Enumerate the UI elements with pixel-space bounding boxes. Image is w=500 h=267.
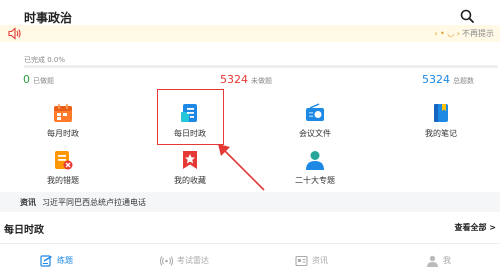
dismiss-notice-button[interactable]: ‹ • ◡ › 不再提示: [434, 28, 494, 39]
tab-practice[interactable]: 练题: [40, 250, 73, 267]
highlight-box: [157, 89, 224, 145]
tab-label: 我: [443, 256, 451, 265]
loading-dots-icon: ‹ • ◡ ›: [434, 29, 460, 38]
notebook-icon: [434, 104, 448, 122]
grid-item-monthly-politics[interactable]: 每月时政: [18, 102, 108, 146]
news-bar[interactable]: 资讯 习近平同巴西总统卢拉通电话: [0, 192, 500, 212]
news-headline[interactable]: 习近平同巴西总统卢拉通电话: [42, 197, 146, 208]
grid-item-meeting-documents[interactable]: 会议文件: [270, 102, 360, 146]
grid-item-my-wrong-answers[interactable]: 我的错题: [18, 149, 108, 193]
notice-bar: ‹ • ◡ › 不再提示: [0, 25, 500, 42]
grid-item-my-notes[interactable]: 我的笔记: [396, 102, 486, 146]
stat-total: 5324 总题数: [422, 73, 474, 86]
stat-undone-label: 未做题: [251, 77, 272, 85]
stat-total-value: 5324: [422, 73, 450, 86]
tab-me[interactable]: 我: [426, 250, 451, 267]
stat-undone-value: 5324: [220, 73, 248, 86]
stat-done-label: 已做题: [33, 77, 54, 85]
stat-done: 0 已做题: [23, 73, 54, 86]
annotation-arrow-icon: [218, 144, 265, 191]
dismiss-label: 不再提示: [462, 29, 494, 38]
tab-label: 练题: [57, 256, 73, 265]
person-icon: [306, 151, 324, 170]
speaker-icon: [8, 27, 21, 40]
grid-item-label: 会议文件: [299, 129, 331, 138]
grid-item-label: 我的笔记: [425, 129, 457, 138]
tab-exam-radar[interactable]: 考试雷达: [160, 250, 209, 266]
profile-icon: [427, 255, 438, 267]
progress-bar: [24, 65, 498, 68]
section-title: 每日时政: [4, 225, 44, 236]
stat-done-value: 0: [23, 73, 30, 86]
grid-item-20th-congress-topic[interactable]: 二十大专题: [270, 149, 360, 193]
grid-item-label: 每月时政: [47, 129, 79, 138]
error-book-icon: [55, 151, 73, 170]
progress-label: 已完成 0.0%: [24, 56, 66, 64]
star-bookmark-icon: [183, 151, 197, 169]
radar-icon: [160, 255, 173, 266]
tab-label: 考试雷达: [177, 256, 209, 265]
news-badge: 资讯: [20, 198, 36, 207]
tab-news[interactable]: 资讯: [295, 250, 328, 266]
page-title: 时事政治: [24, 11, 73, 25]
header: 时事政治: [0, 0, 500, 26]
practice-icon: [40, 254, 52, 267]
stat-undone: 5324 未做题: [220, 73, 272, 86]
news-icon: [295, 255, 308, 266]
grid-item-label: 我的错题: [47, 176, 79, 185]
grid-item-label: 二十大专题: [295, 176, 335, 185]
search-icon[interactable]: [460, 9, 474, 23]
calendar-icon: [54, 104, 72, 122]
bottom-tab-bar: 练题 考试雷达 资讯 我: [0, 243, 500, 267]
stat-total-label: 总题数: [453, 77, 474, 85]
tab-label: 资讯: [312, 256, 328, 265]
radio-icon: [306, 103, 324, 121]
see-all-link[interactable]: 查看全部 >: [455, 222, 497, 233]
